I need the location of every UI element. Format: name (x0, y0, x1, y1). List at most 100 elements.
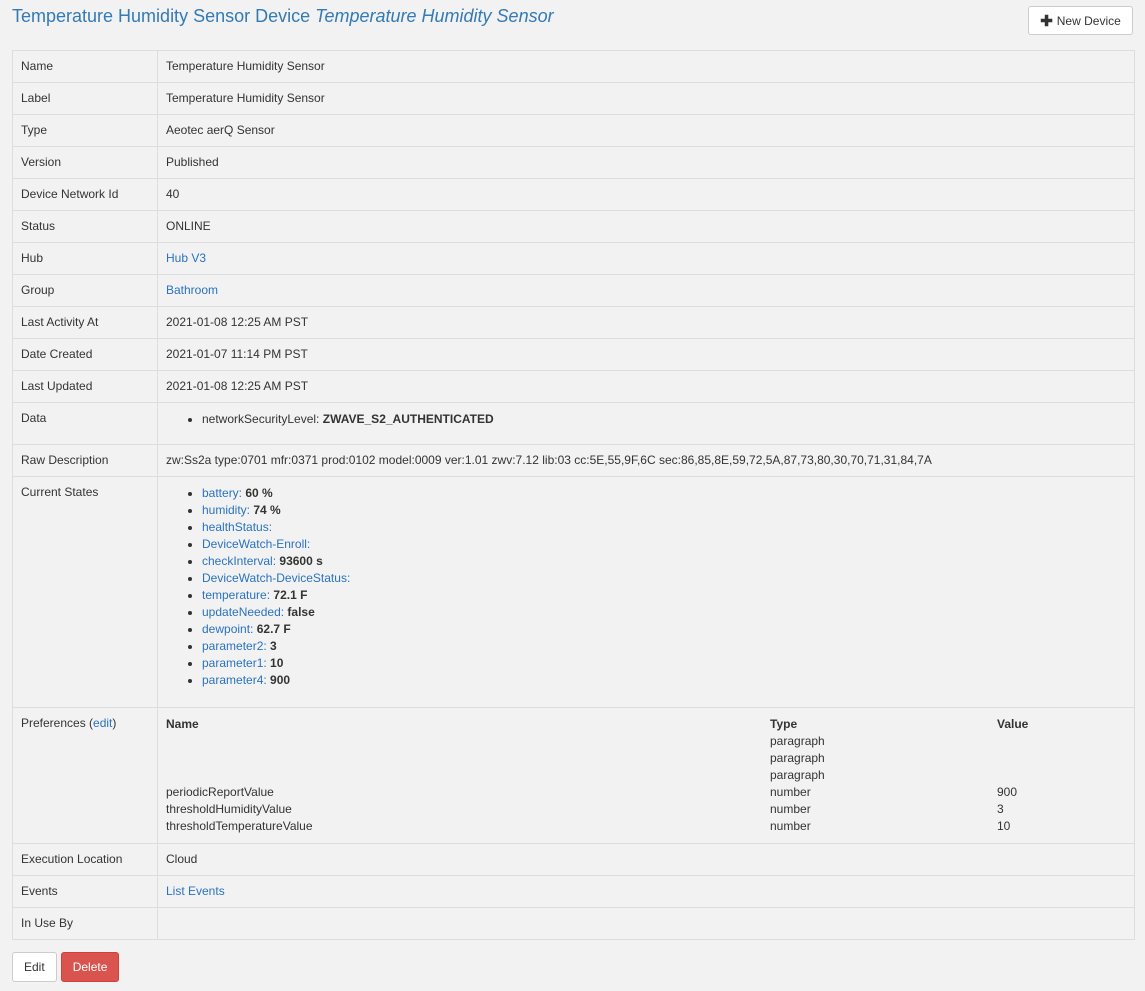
row-in-use-by: In Use By (12, 907, 1135, 940)
state-link[interactable]: updateNeeded: (202, 605, 284, 619)
state-link[interactable]: parameter2: (202, 639, 267, 653)
state-value: 72.1 F (273, 588, 308, 602)
prefs-label: Preferences ( (21, 716, 94, 730)
list-events-link[interactable]: List Events (166, 884, 225, 898)
label: Raw Description (12, 444, 158, 477)
preference-row: thresholdHumidityValue number 3 (166, 801, 1126, 818)
row-status: Status ONLINE (12, 210, 1135, 243)
preference-row: paragraph (166, 750, 1126, 767)
col-value: Value (997, 717, 1029, 731)
data-value: ZWAVE_S2_AUTHENTICATED (322, 412, 494, 426)
row-execution-location: Execution Location Cloud (12, 843, 1135, 876)
row-date-created: Date Created 2021-01-07 11:14 PM PST (12, 338, 1135, 371)
value: zw:Ss2a type:0701 mfr:0371 prod:0102 mod… (157, 444, 1135, 477)
pref-value (997, 733, 1126, 750)
state-value: 93600 s (279, 554, 323, 568)
state-link[interactable]: healthStatus: (202, 520, 272, 534)
state-item: checkInterval: 93600 s (202, 553, 1126, 570)
pref-type: paragraph (770, 751, 825, 765)
preference-row: paragraph (166, 733, 1126, 750)
row-type: Type Aeotec aerQ Sensor (12, 114, 1135, 147)
new-device-button[interactable]: ✚ New Device (1028, 6, 1133, 35)
plus-icon: ✚ (1040, 12, 1053, 30)
state-item: dewpoint: 62.7 F (202, 621, 1126, 638)
row-current-states: Current Statesbattery: 60 %humidity: 74 … (12, 476, 1135, 708)
pref-name (166, 733, 770, 750)
pref-type: number (770, 785, 811, 799)
paren: ) (112, 716, 117, 730)
pref-value: 3 (997, 802, 1004, 816)
state-link[interactable]: DeviceWatch-DeviceStatus: (202, 571, 350, 585)
row-hub: Hub Hub V3 (12, 242, 1135, 275)
data-key: networkSecurityLevel: (202, 412, 320, 426)
state-value: 74 % (253, 503, 281, 517)
label: In Use By (12, 907, 158, 940)
state-link[interactable]: parameter1: (202, 656, 267, 670)
value: Temperature Humidity Sensor (157, 82, 1135, 115)
pref-type: number (770, 819, 811, 833)
state-item: parameter2: 3 (202, 638, 1126, 655)
label: Data (12, 402, 158, 445)
value: Cloud (157, 843, 1135, 876)
pref-name: thresholdTemperatureValue (166, 819, 313, 833)
state-value: 900 (270, 673, 291, 687)
state-item: parameter1: 10 (202, 655, 1126, 672)
row-preferences: Preferences (edit) Name Type Value paragrap… (12, 707, 1135, 844)
state-item: humidity: 74 % (202, 502, 1126, 519)
row-dni: Device Network Id 40 (12, 178, 1135, 211)
state-link[interactable]: humidity: (202, 503, 250, 517)
label: Type (12, 114, 158, 147)
value: 2021-01-07 11:14 PM PST (157, 338, 1135, 371)
pref-name (166, 750, 770, 767)
state-link[interactable]: checkInterval: (202, 554, 276, 568)
pref-value: 900 (997, 785, 1018, 799)
col-name: Name (166, 717, 199, 731)
current-states-list: battery: 60 %humidity: 74 %healthStatus:… (166, 485, 1126, 689)
label: Last Activity At (12, 306, 158, 339)
pref-type: number (770, 802, 811, 816)
label: Label (12, 82, 158, 115)
state-link[interactable]: dewpoint: (202, 622, 253, 636)
state-link[interactable]: temperature: (202, 588, 270, 602)
pref-name: thresholdHumidityValue (166, 802, 292, 816)
state-value: 60 % (245, 486, 273, 500)
title-device-name: Temperature Humidity Sensor (315, 6, 554, 26)
row-version: Version Published (12, 146, 1135, 179)
state-item: parameter4: 900 (202, 672, 1126, 689)
pref-name: periodicReportValue (166, 785, 274, 799)
pref-name (166, 767, 770, 784)
edit-button[interactable]: Edit (12, 952, 57, 982)
state-item: healthStatus: (202, 519, 1126, 536)
label: Preferences (edit) (12, 707, 158, 844)
label: Version (12, 146, 158, 179)
state-link[interactable]: DeviceWatch-Enroll: (202, 537, 310, 551)
group-link[interactable]: Bathroom (166, 283, 218, 297)
value: ONLINE (157, 210, 1135, 243)
state-value: false (287, 605, 315, 619)
delete-button[interactable]: Delete (60, 952, 120, 982)
state-link[interactable]: battery: (202, 486, 242, 500)
edit-preferences-link[interactable]: edit (93, 716, 112, 730)
label: Name (12, 50, 158, 83)
value: Published (157, 146, 1135, 179)
label: Events (12, 875, 158, 908)
preferences-table: Name Type Value paragraph paragraph paragraph… (166, 716, 1126, 835)
page-title: Temperature Humidity Sensor Device Tempe… (12, 6, 554, 27)
state-value: 10 (270, 656, 284, 670)
state-item: battery: 60 % (202, 485, 1126, 502)
preference-row: paragraph (166, 767, 1126, 784)
value: 2021-01-08 12:25 AM PST (157, 370, 1135, 403)
label: Execution Location (12, 843, 158, 876)
preference-row: thresholdTemperatureValue number 10 (166, 818, 1126, 835)
pref-type: paragraph (770, 734, 825, 748)
hub-link[interactable]: Hub V3 (166, 251, 206, 265)
title-text: Temperature Humidity Sensor Device (12, 6, 311, 26)
value: 2021-01-08 12:25 AM PST (157, 306, 1135, 339)
row-label: Label Temperature Humidity Sensor (12, 82, 1135, 115)
row-events: Events List Events (12, 875, 1135, 908)
state-link[interactable]: parameter4: (202, 673, 267, 687)
pref-value (997, 750, 1126, 767)
col-type: Type (770, 717, 798, 731)
label: Group (12, 274, 158, 307)
value: Temperature Humidity Sensor (157, 50, 1135, 83)
